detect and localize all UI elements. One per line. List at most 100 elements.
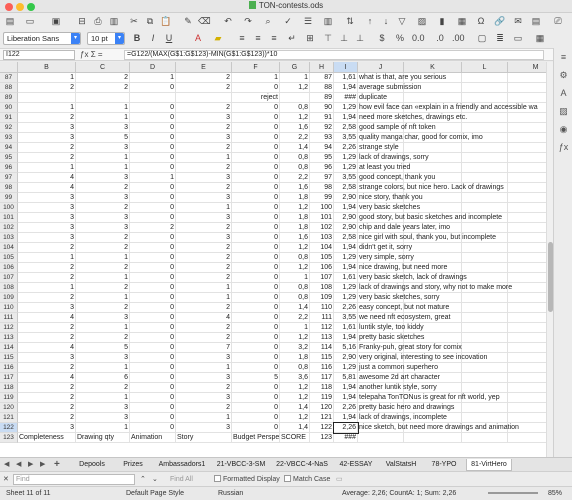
table-cell[interactable] (462, 263, 508, 273)
table-cell[interactable]: 96 (310, 163, 334, 173)
table-cell[interactable] (280, 93, 310, 103)
table-cell[interactable]: 0 (130, 343, 176, 353)
table-cell[interactable]: 2,90 (334, 353, 358, 363)
align-center-icon[interactable]: ≡ (252, 32, 264, 45)
table-cell[interactable]: 0,8 (280, 153, 310, 163)
table-cell[interactable]: 2 (176, 323, 232, 333)
table-cell[interactable] (508, 343, 546, 353)
table-cell[interactable]: 1 (176, 363, 232, 373)
table-cell[interactable] (508, 333, 546, 343)
table-cell[interactable]: 3 (18, 223, 76, 233)
sort-descending-icon[interactable]: ↓ (380, 15, 392, 28)
table-cell[interactable]: 2,26 (334, 403, 358, 413)
table-cell[interactable] (462, 293, 508, 303)
table-cell[interactable] (358, 433, 404, 443)
table-cell[interactable]: very basic sketch, lack of drawings (358, 273, 467, 283)
table-cell[interactable] (508, 363, 546, 373)
column-header-k[interactable]: K (404, 62, 462, 73)
table-cell[interactable]: 0 (130, 303, 176, 313)
table-cell[interactable] (508, 153, 546, 163)
table-cell[interactable]: 0 (232, 283, 280, 293)
table-cell[interactable]: 122 (310, 423, 334, 433)
table-cell[interactable]: 3 (176, 173, 232, 183)
table-cell[interactable] (508, 273, 546, 283)
table-cell[interactable]: 123 (310, 433, 334, 443)
table-cell[interactable]: very basic sketches, sorry (358, 293, 440, 303)
table-cell[interactable]: 0 (232, 313, 280, 323)
table-cell[interactable]: 2 (18, 323, 76, 333)
table-cell[interactable] (462, 223, 508, 233)
find-previous-icon[interactable]: ⌃ (140, 474, 146, 485)
table-cell[interactable]: 1,29 (334, 283, 358, 293)
table-cell[interactable] (462, 243, 508, 253)
table-cell[interactable]: 0,8 (280, 283, 310, 293)
table-cell[interactable]: 2 (76, 333, 130, 343)
table-cell[interactable]: 0 (232, 163, 280, 173)
column-header-e[interactable]: E (176, 62, 232, 73)
table-cell[interactable]: 2 (176, 333, 232, 343)
table-cell[interactable] (462, 163, 508, 173)
table-cell[interactable]: 0 (232, 253, 280, 263)
table-cell[interactable] (404, 433, 462, 443)
table-cell[interactable] (462, 383, 508, 393)
table-cell[interactable]: we need nft ecosystem, great (358, 313, 450, 323)
table-cell[interactable]: SCORE (280, 433, 310, 443)
font-size-combo[interactable]: 10 pt ▾ (87, 32, 125, 45)
table-cell[interactable]: 0 (130, 423, 176, 433)
table-cell[interactable]: nice drawing, but need more (358, 263, 447, 273)
table-cell[interactable]: 1,94 (334, 263, 358, 273)
table-cell[interactable]: 0 (130, 183, 176, 193)
table-cell[interactable]: 1 (76, 103, 130, 113)
name-box[interactable]: I122 (3, 50, 75, 60)
table-cell[interactable]: easy concept, but not mature (358, 303, 449, 313)
table-cell[interactable] (462, 343, 508, 353)
table-cell[interactable]: 1 (76, 253, 130, 263)
table-cell[interactable]: 3,6 (280, 373, 310, 383)
center-vertically-icon[interactable]: ⊥ (338, 32, 350, 45)
table-cell[interactable]: 0,8 (280, 163, 310, 173)
table-cell[interactable]: 0 (130, 383, 176, 393)
table-cell[interactable]: lack of drawings and story, why not to m… (358, 283, 512, 293)
table-cell[interactable]: 111 (310, 313, 334, 323)
table-cell[interactable] (462, 83, 508, 93)
table-cell[interactable]: 1 (76, 273, 130, 283)
table-cell[interactable]: another luntik style, sorry (358, 383, 437, 393)
table-cell[interactable]: 1,6 (280, 123, 310, 133)
table-cell[interactable]: 3 (176, 213, 232, 223)
table-cell[interactable] (508, 383, 546, 393)
sheet-tab[interactable]: 42-ESSAY (336, 459, 376, 471)
table-cell[interactable] (508, 433, 546, 443)
table-cell[interactable]: 1 (280, 323, 310, 333)
table-cell[interactable] (508, 123, 546, 133)
table-cell[interactable]: 5,81 (334, 373, 358, 383)
table-cell[interactable]: 2 (76, 283, 130, 293)
table-cell[interactable]: 0 (232, 223, 280, 233)
table-cell[interactable]: Story (176, 433, 232, 443)
conditional-format-icon[interactable]: ▦ (534, 32, 546, 45)
table-cell[interactable]: 0 (130, 203, 176, 213)
table-cell[interactable]: 120 (310, 403, 334, 413)
add-sheet-icon[interactable]: + (54, 459, 60, 471)
table-cell[interactable]: 1,29 (334, 153, 358, 163)
row-header[interactable]: 120 (0, 403, 18, 413)
table-cell[interactable]: 2 (18, 83, 76, 93)
table-cell[interactable] (508, 413, 546, 423)
formula-icon[interactable]: = (98, 50, 103, 59)
column-header-f[interactable]: F (232, 62, 280, 73)
table-cell[interactable]: 3 (176, 233, 232, 243)
row-header[interactable]: 89 (0, 93, 18, 103)
spreadsheet-grid[interactable]: B C D E F G H I J K L M 87 1 2 1 2 1 1 87 1,61 what is that, … (0, 62, 546, 457)
column-icon[interactable]: ▥ (322, 15, 334, 28)
table-cell[interactable]: 3 (18, 303, 76, 313)
sheet-tab[interactable]: Ambassadors1 (154, 459, 210, 471)
table-cell[interactable]: 0 (232, 343, 280, 353)
table-cell[interactable] (508, 73, 546, 83)
select-all-corner[interactable] (0, 62, 18, 73)
table-cell[interactable] (462, 413, 508, 423)
table-cell[interactable]: 3 (18, 193, 76, 203)
row-header[interactable]: 105 (0, 253, 18, 263)
sheet-tab[interactable]: 81-VirtHero (466, 459, 512, 471)
table-cell[interactable]: 2 (176, 383, 232, 393)
row-header[interactable]: 115 (0, 353, 18, 363)
row-header[interactable]: 91 (0, 113, 18, 123)
